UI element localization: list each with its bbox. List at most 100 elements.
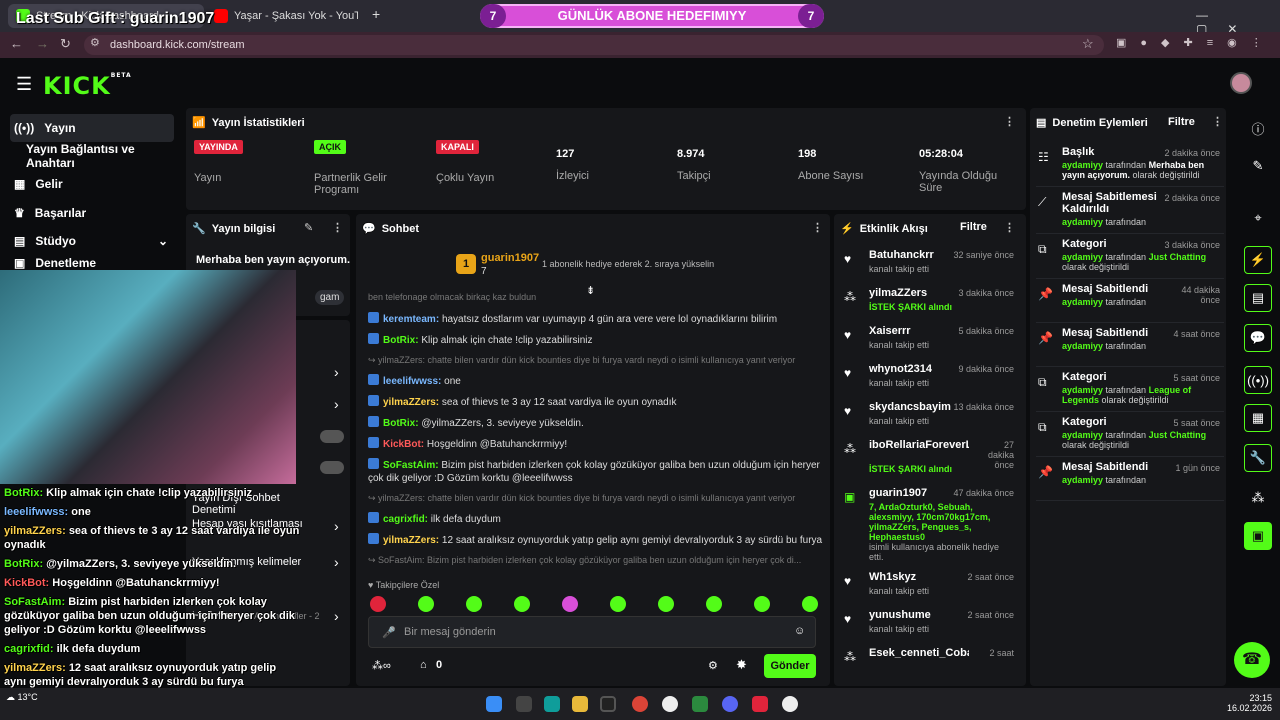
layout-rail-icon[interactable]: ▦ <box>1244 404 1272 432</box>
category-tag[interactable]: gam <box>315 290 345 305</box>
chat-menu-icon[interactable]: ⋮ <box>812 221 823 234</box>
emote-icon[interactable] <box>706 596 722 612</box>
chat-username[interactable]: SoFastAim: <box>383 460 439 471</box>
chat-username[interactable]: BotRix: <box>383 335 419 346</box>
emote-icon[interactable] <box>562 596 578 612</box>
store-icon[interactable]: ⌂ <box>420 659 427 671</box>
moderation-filter-button[interactable]: Filtre <box>1168 116 1195 128</box>
emote-icon[interactable] <box>466 596 482 612</box>
moderator-name[interactable]: aydamiyy <box>1062 252 1103 262</box>
emote-icon[interactable] <box>370 596 386 612</box>
app-green-icon[interactable] <box>692 696 708 712</box>
folder-icon[interactable] <box>572 696 588 712</box>
reload-icon[interactable]: ↻ <box>60 36 71 52</box>
clock[interactable]: 23:15 16.02.2026 <box>1222 693 1272 713</box>
emote-icon[interactable] <box>514 596 530 612</box>
chat-username[interactable]: yilmaZZers: <box>383 397 439 408</box>
points-rail-icon[interactable]: ⁂ <box>1244 484 1272 512</box>
wrench-rail-icon[interactable]: 🔧 <box>1244 444 1272 472</box>
sidebar-item-denetleme[interactable]: ▣ Denetleme <box>10 256 174 270</box>
activity-menu-icon[interactable]: ⋮ <box>1004 221 1015 234</box>
discord-icon[interactable] <box>722 696 738 712</box>
moderator-name[interactable]: aydamiyy <box>1062 341 1103 351</box>
chat-tools-icon[interactable]: ✸ <box>736 657 747 673</box>
edit-icon[interactable]: ✎ <box>304 221 313 234</box>
moderation-menu-icon[interactable]: ⋮ <box>1212 115 1223 128</box>
activity-filter-button[interactable]: Filtre <box>960 221 987 233</box>
toggle-switch[interactable] <box>320 430 344 443</box>
moderator-name[interactable]: aydamiyy <box>1062 217 1103 227</box>
stats-menu-icon[interactable]: ⋮ <box>1004 115 1015 128</box>
chat-cut-line: ben telefonage olmacak birkaç kaz buldun <box>368 292 537 302</box>
forward-icon[interactable]: → <box>36 36 49 51</box>
edge-icon[interactable] <box>544 696 560 712</box>
moderator-name[interactable]: aydamiyy <box>1062 475 1103 485</box>
new-tab-button[interactable]: + <box>372 6 380 22</box>
chat-username[interactable]: cagrixfid: <box>383 514 428 525</box>
settings-gear-icon[interactable]: ⚙ <box>708 659 718 672</box>
document-rail-icon[interactable]: ▤ <box>1244 284 1272 312</box>
chat-username[interactable]: yilmaZZers: <box>383 535 439 546</box>
sidebar-item-yayin[interactable]: ((•)) Yayın <box>10 114 174 142</box>
bookmark-star-icon[interactable]: ☆ <box>1082 36 1094 52</box>
chat-username[interactable]: leeelifwwss: <box>383 376 441 387</box>
tab-youtube[interactable]: Yaşar - Şakası Yok - YouTube <box>206 4 366 28</box>
leaderboard-rank-icon: 1 <box>456 254 476 274</box>
chat-username[interactable]: KickBot: <box>383 439 424 450</box>
emote-icon[interactable] <box>802 596 818 612</box>
moderator-name[interactable]: aydamiyy <box>1062 160 1103 170</box>
channel-points-icon[interactable]: ⁂∞ <box>372 659 391 672</box>
app-g-icon[interactable] <box>662 696 678 712</box>
search-icon[interactable] <box>516 696 532 712</box>
emote-icon[interactable] <box>754 596 770 612</box>
sidebar-item-studyo[interactable]: ▤ Stüdyo ⌄ <box>10 228 174 254</box>
hamburger-menu-icon[interactable]: ☰ <box>16 74 32 95</box>
site-info-icon[interactable]: ⚙ <box>90 36 100 49</box>
help-support-icon[interactable]: ☎ <box>1234 642 1270 678</box>
pinned-user[interactable]: guarin1907 <box>481 252 539 264</box>
sidebar-item-gelir[interactable]: ▦ Gelir <box>10 171 174 197</box>
info-menu-icon[interactable]: ⋮ <box>332 221 343 234</box>
send-button[interactable]: Gönder <box>764 654 816 678</box>
kick-logo[interactable]: KICKBETA <box>43 72 132 100</box>
chat-username[interactable]: BotRix: <box>383 418 419 429</box>
sidebar-item-basarilar[interactable]: ♛ Başarılar <box>10 200 174 226</box>
url-field[interactable]: dashboard.kick.com/stream <box>84 35 1104 55</box>
moderator-name[interactable]: aydamiyy <box>1062 385 1103 395</box>
emote-icon[interactable] <box>418 596 434 612</box>
emote-icon[interactable] <box>658 596 674 612</box>
activity-username[interactable]: iboRellariaForeverLove <box>869 439 969 451</box>
mic-icon[interactable]: 🎤 <box>382 626 396 639</box>
pencil-icon[interactable]: ✎ <box>1244 152 1272 180</box>
chevron-right-icon[interactable]: › <box>334 554 339 570</box>
chrome-icon[interactable] <box>632 696 648 712</box>
activity-username[interactable]: Esek_cenneti_Cobani <box>869 647 969 659</box>
info-icon[interactable]: ⓘ <box>1244 114 1272 142</box>
moderator-name[interactable]: aydamiyy <box>1062 297 1103 307</box>
obs-icon[interactable] <box>600 696 616 712</box>
app-g2-icon[interactable] <box>782 696 798 712</box>
broadcast-rail-icon[interactable]: ((•)) <box>1244 366 1272 394</box>
chat-username[interactable]: keremteam: <box>383 314 439 325</box>
app-red-icon[interactable] <box>752 696 768 712</box>
chat-rail-icon[interactable]: 💬 <box>1244 324 1272 352</box>
sidebar-item-label: Stüdyo <box>35 234 77 248</box>
avatar[interactable] <box>1230 72 1252 94</box>
emoji-icon[interactable]: ☺ <box>794 625 805 637</box>
toggle-switch[interactable] <box>320 461 344 474</box>
lightning-rail-icon[interactable]: ⚡ <box>1244 246 1272 274</box>
windows-start-icon[interactable] <box>486 696 502 712</box>
extension-icons[interactable]: ▣●◆✚≡◉⋮ <box>1116 36 1276 49</box>
emote-icon[interactable] <box>610 596 626 612</box>
target-icon[interactable]: ⌖ <box>1244 204 1272 232</box>
sidebar-item-stream-key[interactable]: Yayın Bağlantısı ve Anahtarı <box>22 142 186 170</box>
chevron-right-icon[interactable]: › <box>334 364 339 380</box>
add-widget-icon[interactable]: ▣ <box>1244 522 1272 550</box>
chevron-right-icon[interactable]: › <box>334 518 339 534</box>
chevron-right-icon[interactable]: › <box>334 608 339 624</box>
back-icon[interactable]: ← <box>10 36 23 51</box>
points-icon: ⁂ <box>844 650 856 664</box>
moderator-name[interactable]: aydamiyy <box>1062 430 1103 440</box>
chevron-right-icon[interactable]: › <box>334 396 339 412</box>
weather-widget[interactable]: ☁ 13°C <box>6 692 38 703</box>
